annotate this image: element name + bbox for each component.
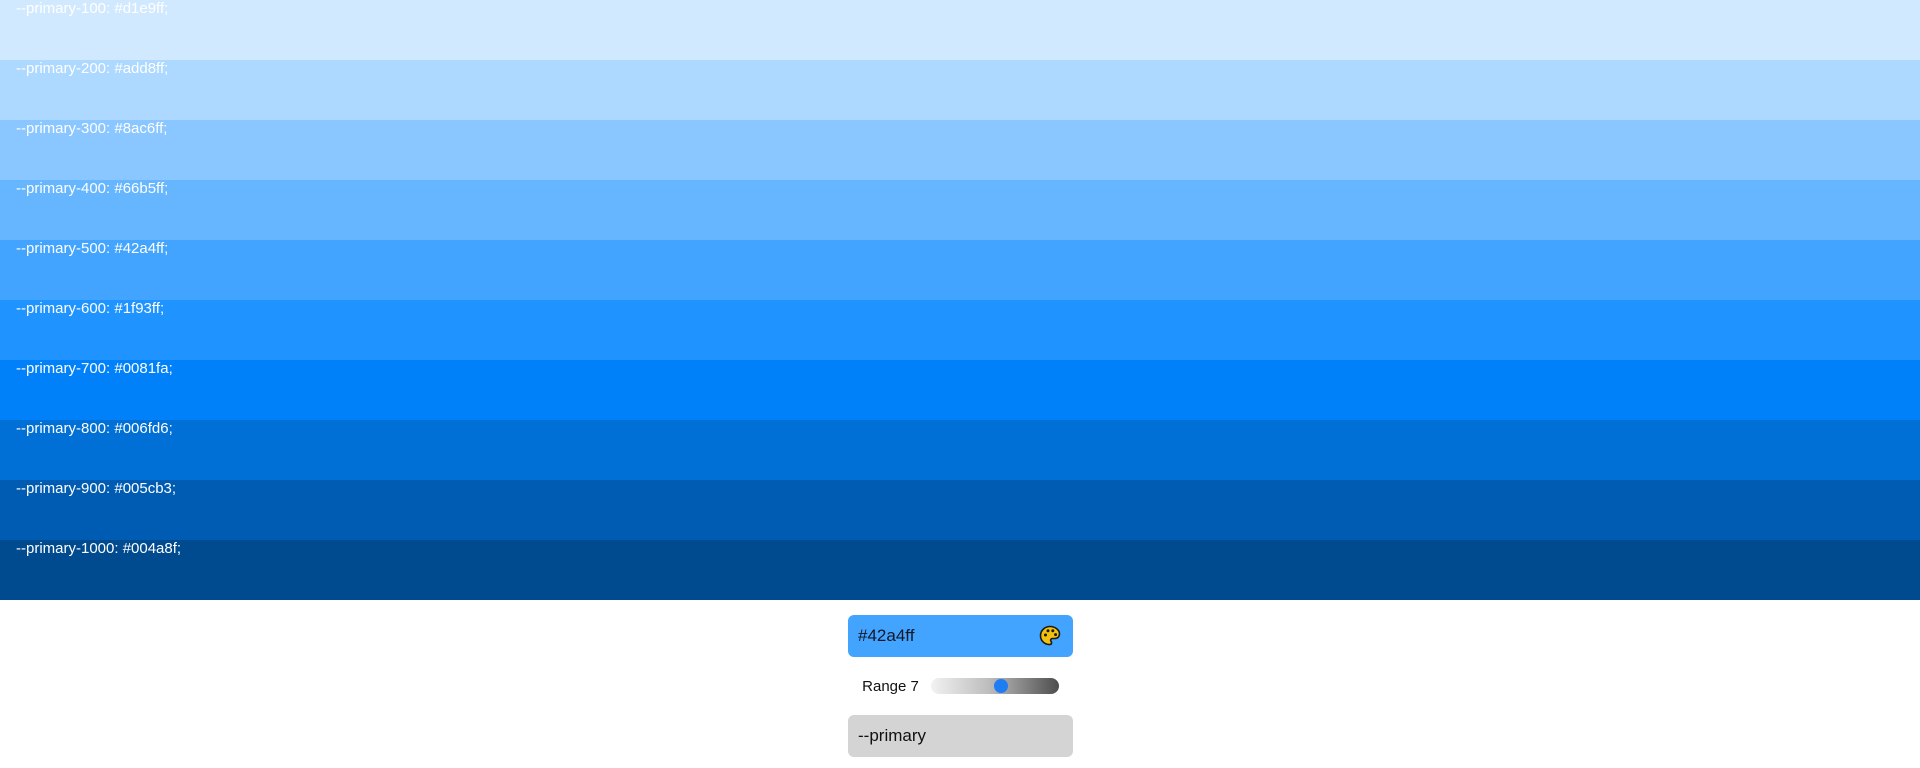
shade-label: --primary-100: #d1e9ff;	[16, 0, 169, 17]
shade-label: --primary-600: #1f93ff;	[16, 300, 165, 317]
shade-row: --primary-900: #005cb3;	[0, 480, 1920, 540]
range-label: Range 7	[862, 677, 919, 695]
controls-panel: #42a4ff Range 7 --primary	[848, 615, 1073, 757]
palette-icon-graphic	[1039, 625, 1061, 646]
color-picker-field[interactable]: #42a4ff	[848, 615, 1073, 657]
shade-label: --primary-500: #42a4ff;	[16, 240, 169, 257]
shade-list: --primary-100: #d1e9ff; --primary-200: #a…	[0, 0, 1920, 600]
shade-row: --primary-700: #0081fa;	[0, 360, 1920, 420]
shade-label: --primary-1000: #004a8f;	[16, 540, 182, 557]
variable-name-input[interactable]: --primary	[848, 715, 1073, 757]
palette-icon[interactable]	[1037, 623, 1063, 649]
shade-label: --primary-200: #add8ff;	[16, 60, 169, 77]
range-slider[interactable]	[930, 678, 1059, 694]
shade-row: --primary-800: #006fd6;	[0, 420, 1920, 480]
color-value: #42a4ff	[858, 626, 915, 645]
shade-label: --primary-700: #0081fa;	[16, 360, 173, 377]
shade-label: --primary-800: #006fd6;	[16, 420, 173, 437]
shade-row: --primary-400: #66b5ff;	[0, 180, 1920, 240]
shade-row: --primary-1000: #004a8f;	[0, 540, 1920, 600]
range-row: Range 7	[848, 666, 1073, 706]
shade-row: --primary-200: #add8ff;	[0, 60, 1920, 120]
range-slider-thumb[interactable]	[994, 679, 1009, 693]
shade-row: --primary-500: #42a4ff;	[0, 240, 1920, 300]
shade-row: --primary-100: #d1e9ff;	[0, 0, 1920, 60]
shade-label: --primary-900: #005cb3;	[16, 480, 177, 497]
shade-label: --primary-300: #8ac6ff;	[16, 120, 168, 137]
shade-label: --primary-400: #66b5ff;	[16, 180, 169, 197]
shade-row: --primary-600: #1f93ff;	[0, 300, 1920, 360]
shade-row: --primary-300: #8ac6ff;	[0, 120, 1920, 180]
